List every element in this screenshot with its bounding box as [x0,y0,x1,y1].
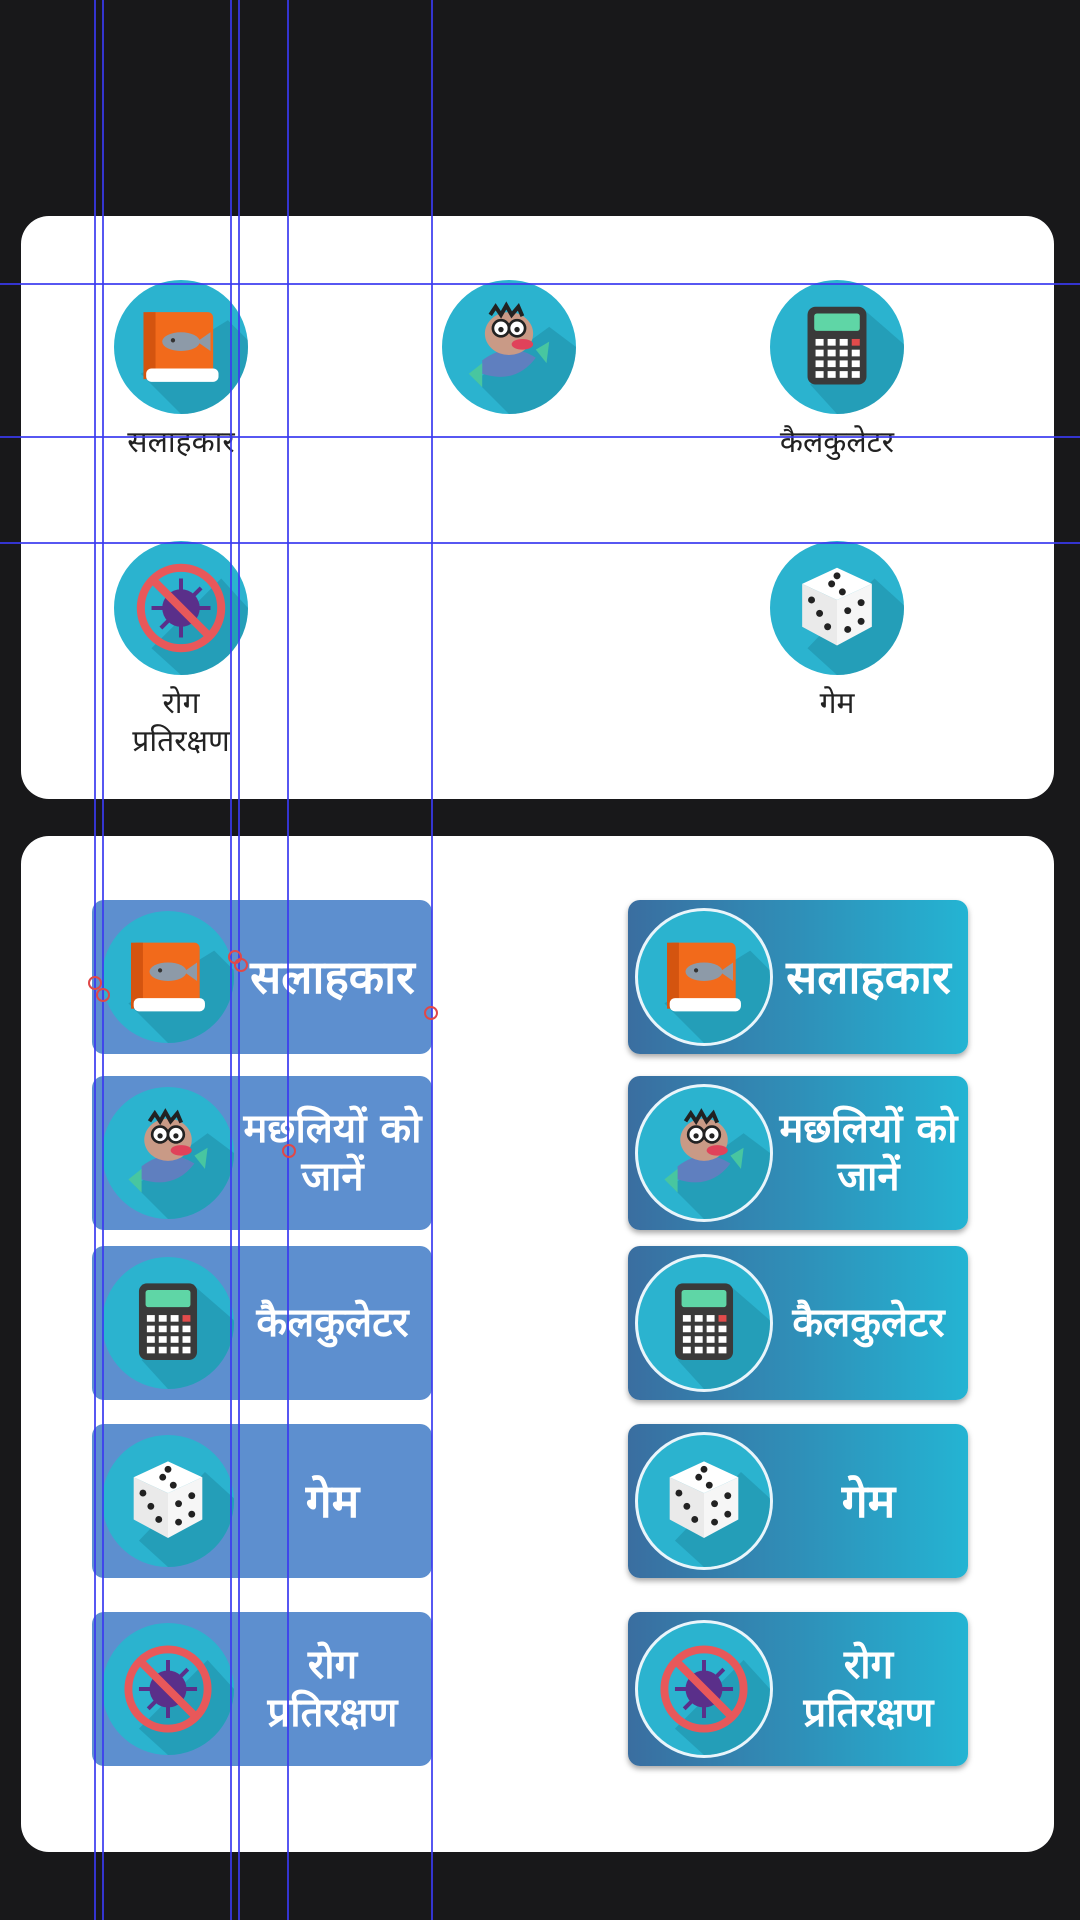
calculator-icon [638,1257,770,1389]
button-label: सलाहकार [786,950,951,1004]
grid-item-calculator[interactable]: कैलकुलेटर [747,280,927,460]
fish-character-icon [102,1087,234,1219]
button-label: रोग प्रतिरक्षण [267,1642,398,1736]
grid-item-label: रोग प्रतिरक्षण [132,686,230,759]
flat-button-game[interactable]: गेम [92,1424,432,1578]
gradient-button-disease-immunization[interactable]: रोग प्रतिरक्षण [628,1612,968,1766]
resize-handle[interactable] [96,988,110,1002]
button-label: मछलियों को जानें [243,1106,422,1200]
gradient-button-game[interactable]: गेम [628,1424,968,1578]
resize-handle[interactable] [282,1144,296,1158]
vertical-guide-line[interactable] [102,0,104,1920]
grid-item-know-fish[interactable] [419,280,599,450]
flat-button-calculator[interactable]: कैलकुलेटर [92,1246,432,1400]
vertical-guide-line[interactable] [94,0,96,1920]
dice-icon [770,541,904,675]
virus-prohibited-icon [114,541,248,675]
button-list-card: सलाहकार मछलियों को जानें कैलकुलेटर गेम र… [21,836,1054,1852]
grid-menu-card: सलाहकार कैलकुलेटर रोग प्रतिरक्षण गेम [21,216,1054,799]
gradient-button-advisor[interactable]: सलाहकार [628,900,968,1054]
grid-item-label: सलाहकार [127,425,235,460]
fish-book-icon [638,911,770,1043]
fish-book-icon [102,911,234,1043]
fish-character-icon [442,280,576,414]
horizontal-guide-line[interactable] [0,542,1080,544]
calculator-icon [770,280,904,414]
grid-item-disease-immunization[interactable]: रोग प्रतिरक्षण [91,541,271,781]
flat-button-advisor[interactable]: सलाहकार [92,900,432,1054]
gradient-button-know-fish[interactable]: मछलियों को जानें [628,1076,968,1230]
button-label: कैलकुलेटर [792,1300,945,1346]
horizontal-guide-line[interactable] [0,436,1080,438]
fish-character-icon [638,1087,770,1219]
virus-prohibited-icon [102,1623,234,1755]
grid-item-game[interactable]: गेम [747,541,927,721]
button-label: रोग प्रतिरक्षण [803,1642,934,1736]
resize-handle[interactable] [424,1006,438,1020]
grid-item-advisor[interactable]: सलाहकार [91,280,271,460]
button-label: मछलियों को जानें [779,1106,958,1200]
button-label: सलाहकार [250,950,415,1004]
vertical-guide-line[interactable] [287,0,289,1920]
button-label: गेम [841,1474,896,1528]
flat-button-know-fish[interactable]: मछलियों को जानें [92,1076,432,1230]
virus-prohibited-icon [638,1623,770,1755]
grid-item-label: गेम [819,686,855,721]
calculator-icon [102,1257,234,1389]
grid-item-label: कैलकुलेटर [779,425,895,460]
horizontal-guide-line[interactable] [0,283,1080,285]
button-label: कैलकुलेटर [256,1300,409,1346]
fish-book-icon [114,280,248,414]
dice-icon [102,1435,234,1567]
gradient-button-calculator[interactable]: कैलकुलेटर [628,1246,968,1400]
dice-icon [638,1435,770,1567]
button-label: गेम [305,1474,360,1528]
resize-handle[interactable] [234,958,248,972]
flat-button-disease-immunization[interactable]: रोग प्रतिरक्षण [92,1612,432,1766]
vertical-guide-line[interactable] [431,0,433,1920]
